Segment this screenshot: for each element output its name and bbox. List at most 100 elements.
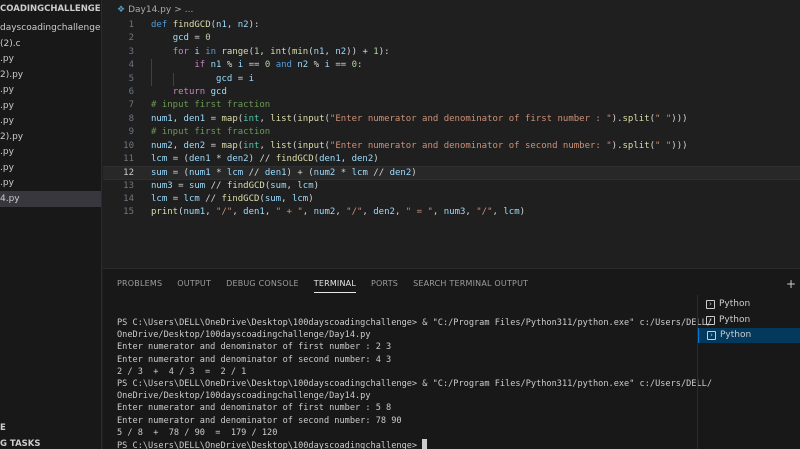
terminal-cursor bbox=[422, 439, 428, 449]
code-text[interactable]: return gcd bbox=[151, 86, 227, 99]
line-number: 8 bbox=[128, 113, 134, 124]
explorer-file-item[interactable]: .py bbox=[0, 175, 101, 191]
code-line[interactable]: 5 gcd = i bbox=[103, 72, 800, 86]
tab-output[interactable]: OUTPUT bbox=[177, 279, 211, 293]
explorer-file-item[interactable]: .py bbox=[0, 98, 101, 114]
line-number: 13 bbox=[123, 180, 134, 191]
terminal-instance[interactable]: › Python bbox=[698, 328, 800, 343]
tab-ports[interactable]: PORTS bbox=[371, 279, 398, 293]
line-number: 15 bbox=[123, 207, 134, 218]
code-line[interactable]: 11 lcm = (den1 * den2) // findGCD(den1, d… bbox=[103, 153, 800, 166]
code-text[interactable]: num1, den1 = map(int, list(input("Enter … bbox=[151, 113, 688, 126]
terminal-line: Enter numerator and denominator of first… bbox=[117, 341, 692, 353]
code-line[interactable]: 13 num3 = sum // findGCD(sum, lcm) bbox=[103, 180, 800, 193]
code-line[interactable]: 4 if n1 % i == 0 and n2 % i == 0: bbox=[103, 59, 800, 73]
terminal-line: OneDrive/Desktop/100dayscoadingchallenge… bbox=[117, 390, 692, 402]
code-line[interactable]: 2 gcd = 0 bbox=[103, 32, 800, 45]
terminal-instance-label: Python bbox=[720, 330, 752, 340]
explorer-file-item[interactable]: (2).c bbox=[0, 36, 101, 52]
code-text[interactable]: num2, den2 = map(int, list(input("Enter … bbox=[151, 140, 688, 153]
code-text[interactable]: # input first fraction bbox=[151, 99, 270, 112]
terminal-line: PS C:\Users\DELL\OneDrive\Desktop\100day… bbox=[117, 378, 712, 390]
code-text[interactable]: # input first fraction bbox=[151, 126, 270, 139]
code-text[interactable]: for i in range(1, int(min(n1, n2)) + 1): bbox=[151, 46, 390, 59]
line-number: 6 bbox=[128, 86, 134, 97]
explorer-file-item[interactable]: .py bbox=[0, 144, 101, 160]
line-number: 5 bbox=[128, 73, 134, 84]
terminal-line-text: PS C:\Users\DELL\OneDrive\Desktop\100day… bbox=[117, 379, 712, 390]
bottom-panel: PROBLEMS OUTPUT DEBUG CONSOLE TERMINAL PORTS… bbox=[103, 268, 800, 449]
python-file-icon: ❖ bbox=[117, 5, 126, 15]
terminal-line: Enter numerator and denominator of first… bbox=[117, 402, 692, 414]
breadcrumb-file[interactable]: Day14.py bbox=[128, 5, 171, 15]
line-number: 1 bbox=[128, 20, 134, 30]
explorer-folder-title[interactable]: COADINGCHALLENGE bbox=[0, 4, 101, 14]
code-line[interactable]: 15 print(num1, "/", den1, " + ", num2, "/… bbox=[103, 206, 800, 219]
terminal-icon: › bbox=[707, 331, 716, 340]
code-text[interactable]: def findGCD(n1, n2): bbox=[151, 19, 259, 32]
explorer-file-item[interactable]: 4.py bbox=[0, 190, 101, 207]
code-line[interactable]: 14 lcm = lcm // findGCD(sum, lcm) bbox=[103, 193, 800, 206]
explorer-file-item[interactable]: .py bbox=[0, 51, 101, 67]
tab-terminal[interactable]: TERMINAL bbox=[313, 279, 357, 293]
code-line[interactable]: 8 num1, den1 = map(int, list(input("Enter… bbox=[103, 113, 800, 126]
tasks-section-header[interactable]: G TASKS bbox=[0, 436, 101, 449]
breadcrumb-separator: > bbox=[174, 5, 182, 15]
terminal-line: 5 / 8 + 78 / 90 = 179 / 120 bbox=[117, 427, 692, 439]
new-terminal-button[interactable]: + bbox=[786, 277, 796, 291]
code-line[interactable]: 9 # input first fraction bbox=[103, 126, 800, 139]
tab-problems[interactable]: PROBLEMS bbox=[117, 279, 162, 293]
explorer-sidebar: COADINGCHALLENGE dayscoadingchallenge.co… bbox=[0, 0, 102, 449]
explorer-file-item[interactable]: dayscoadingchallenge.co... bbox=[0, 20, 101, 36]
explorer-file-item[interactable]: .py bbox=[0, 82, 101, 98]
line-number: 10 bbox=[123, 140, 134, 151]
breadcrumb-symbol[interactable]: ... bbox=[185, 5, 194, 15]
terminal-instance[interactable]: › Python bbox=[698, 297, 800, 312]
terminal-line-text: PS C:\Users\DELL\OneDrive\Desktop\100day… bbox=[117, 441, 423, 449]
code-text[interactable]: gcd = 0 bbox=[151, 32, 211, 45]
terminal-icon: › bbox=[706, 300, 715, 309]
terminal-line: PS C:\Users\DELL\OneDrive\Desktop\100day… bbox=[117, 439, 692, 449]
terminal-list: › Python › Python › Python bbox=[697, 295, 800, 449]
terminal-output[interactable]: PS C:\Users\DELL\OneDrive\Desktop\100day… bbox=[117, 317, 712, 449]
code-line[interactable]: 10 num2, den2 = map(int, list(input("Ente… bbox=[103, 140, 800, 153]
code-text[interactable]: print(num1, "/", den1, " + ", num2, "/",… bbox=[151, 206, 525, 219]
code-lines[interactable]: 1 def findGCD(n1, n2): 2 gcd = 03 for i in… bbox=[103, 19, 800, 220]
line-number: 7 bbox=[128, 100, 134, 111]
terminal-line-text: Enter numerator and denominator of first… bbox=[117, 342, 392, 353]
tab-debug-console[interactable]: DEBUG CONSOLE bbox=[226, 279, 299, 293]
line-number: 2 bbox=[128, 33, 134, 44]
explorer-section-header[interactable]: E bbox=[0, 420, 101, 436]
code-text[interactable]: num3 = sum // findGCD(sum, lcm) bbox=[151, 180, 319, 193]
code-line[interactable]: 6 return gcd bbox=[103, 86, 800, 99]
terminal-line-text: OneDrive/Desktop/100dayscoadingchallenge… bbox=[117, 391, 371, 402]
code-line[interactable]: 3 for i in range(1, int(min(n1, n2)) + 1… bbox=[103, 46, 800, 59]
explorer-file-item[interactable]: 2).py bbox=[0, 67, 101, 83]
terminal-line-text: Enter numerator and denominator of first… bbox=[117, 403, 392, 414]
line-number: 4 bbox=[128, 60, 134, 71]
explorer-file-item[interactable]: .py bbox=[0, 113, 101, 129]
code-text[interactable]: gcd = i bbox=[151, 73, 254, 86]
terminal-icon: › bbox=[706, 315, 715, 325]
terminal-line-text: OneDrive/Desktop/100dayscoadingchallenge… bbox=[117, 330, 371, 341]
code-editor[interactable]: ❖ Day14.py > ... 1 def findGCD(n1, n2): 2 … bbox=[103, 0, 800, 268]
code-text[interactable]: lcm = lcm // findGCD(sum, lcm) bbox=[151, 193, 314, 206]
code-line[interactable]: 7 # input first fraction bbox=[103, 99, 800, 112]
code-text[interactable]: lcm = (den1 * den2) // findGCD(den1, den… bbox=[151, 153, 379, 166]
line-number: 3 bbox=[128, 46, 134, 57]
line-number: 14 bbox=[123, 194, 134, 205]
line-number: 12 bbox=[123, 168, 134, 179]
terminal-instance[interactable]: › Python bbox=[698, 313, 800, 328]
code-text[interactable]: sum = (num1 * lcm // den1) + (num2 * lcm… bbox=[151, 167, 417, 180]
terminal-line-text: PS C:\Users\DELL\OneDrive\Desktop\100day… bbox=[117, 318, 712, 328]
code-line[interactable]: 1 def findGCD(n1, n2): bbox=[103, 19, 800, 32]
explorer-file-item[interactable]: .py bbox=[0, 160, 101, 176]
code-text[interactable]: if n1 % i == 0 and n2 % i == 0: bbox=[151, 59, 362, 72]
tab-search-terminal-output[interactable]: SEARCH TERMINAL OUTPUT bbox=[413, 279, 528, 293]
terminal-line: Enter numerator and denominator of secon… bbox=[117, 415, 692, 427]
terminal-line: OneDrive/Desktop/100dayscoadingchallenge… bbox=[117, 329, 692, 341]
panel-tabs: PROBLEMS OUTPUT DEBUG CONSOLE TERMINAL PORTS… bbox=[117, 279, 528, 293]
code-line[interactable]: 12 sum = (num1 * lcm // den1) + (num2 * l… bbox=[103, 166, 800, 180]
terminal-instance-label: Python bbox=[719, 314, 751, 325]
explorer-file-item[interactable]: 2).py bbox=[0, 129, 101, 145]
